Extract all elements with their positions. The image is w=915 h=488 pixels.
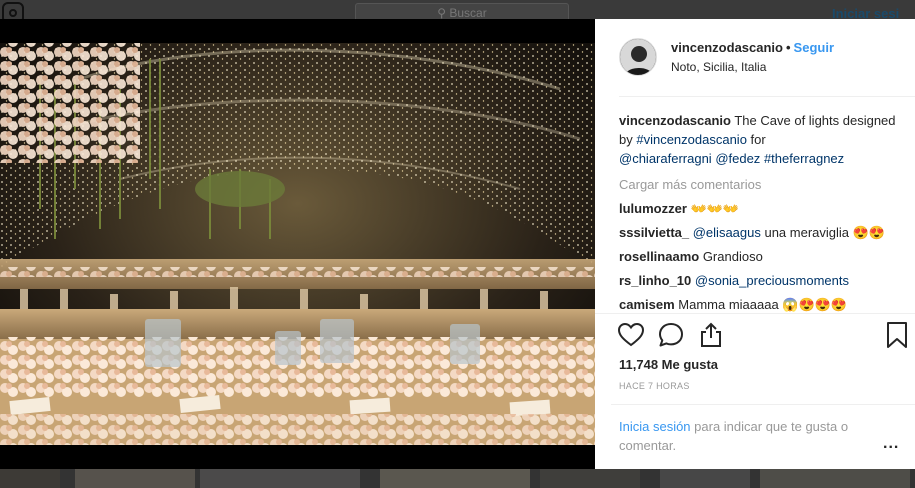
comment-row: sssilvietta_ @elisaagus una meraviglia 😍… — [619, 224, 909, 242]
comment-text: Grandioso — [699, 249, 763, 264]
comment-username[interactable]: camisem — [619, 297, 675, 312]
post-details-panel: vincenzodascanio • Seguir Noto, Sicilia, I… — [595, 19, 915, 469]
share-icon[interactable] — [697, 321, 725, 349]
comment-row: rosellinaamo Grandioso — [619, 248, 909, 266]
post-timestamp: HACE 7 HORAS — [619, 381, 690, 391]
comment-row: camisem Mamma miaaaaa 😱😍😍😍 — [619, 296, 909, 314]
wedding-photo-image — [0, 19, 595, 469]
caption-username[interactable]: vincenzodascanio — [619, 113, 731, 128]
header-divider — [619, 96, 915, 97]
post-photo[interactable] — [0, 19, 595, 469]
caption-text-2: for — [746, 132, 766, 147]
author-username[interactable]: vincenzodascanio — [671, 40, 783, 55]
comment-text: 👐👐👐 — [686, 201, 740, 216]
comment-username[interactable]: sssilvietta_ — [619, 225, 689, 240]
bookmark-icon[interactable] — [883, 321, 911, 349]
login-link[interactable]: Inicia sesión — [619, 419, 691, 434]
comment-icon[interactable] — [657, 321, 685, 349]
caption-hashtag[interactable]: #vincenzodascanio — [636, 132, 747, 147]
comment-username[interactable]: lulumozzer — [619, 201, 687, 216]
comment-row: rs_linho_10 @sonia_preciousmoments — [619, 272, 909, 290]
avatar[interactable] — [619, 38, 657, 76]
comment-text: una meraviglia 😍😍 — [760, 225, 886, 240]
comment-text: Mamma miaaaaa 😱😍😍😍 — [674, 297, 848, 312]
more-options-button[interactable]: ... — [883, 435, 899, 453]
follow-button[interactable]: Seguir — [794, 40, 834, 55]
login-prompt: Inicia sesión para indicar que te gusta … — [619, 417, 879, 455]
post-location[interactable]: Noto, Sicilia, Italia — [671, 60, 766, 74]
separator-dot: • — [785, 40, 791, 55]
caption-hashtag-2[interactable]: #theferragnez — [764, 151, 844, 166]
actions-divider — [595, 313, 915, 314]
footer-divider — [611, 404, 915, 405]
comment-row: lulumozzer 👐👐👐 — [619, 200, 909, 218]
comment-username[interactable]: rosellinaamo — [619, 249, 699, 264]
load-more-comments-button[interactable]: Cargar más comentarios — [619, 176, 909, 194]
comment-mention[interactable]: @elisaagus — [693, 225, 761, 240]
comment-username[interactable]: rs_linho_10 — [619, 273, 691, 288]
background-thumbnails — [0, 468, 915, 488]
comment-mention[interactable]: @sonia_preciousmoments — [695, 273, 849, 288]
comments-list: vincenzodascanio The Cave of lights desi… — [619, 111, 909, 314]
caption-mention-2[interactable]: @fedez — [715, 151, 760, 166]
heart-icon[interactable] — [617, 321, 645, 349]
post-author-header: vincenzodascanio • Seguir — [671, 40, 834, 55]
post-caption: vincenzodascanio The Cave of lights desi… — [619, 111, 909, 168]
caption-mention[interactable]: @chiaraferragni — [619, 151, 712, 166]
likes-count[interactable]: 11,748 Me gusta — [619, 357, 718, 372]
